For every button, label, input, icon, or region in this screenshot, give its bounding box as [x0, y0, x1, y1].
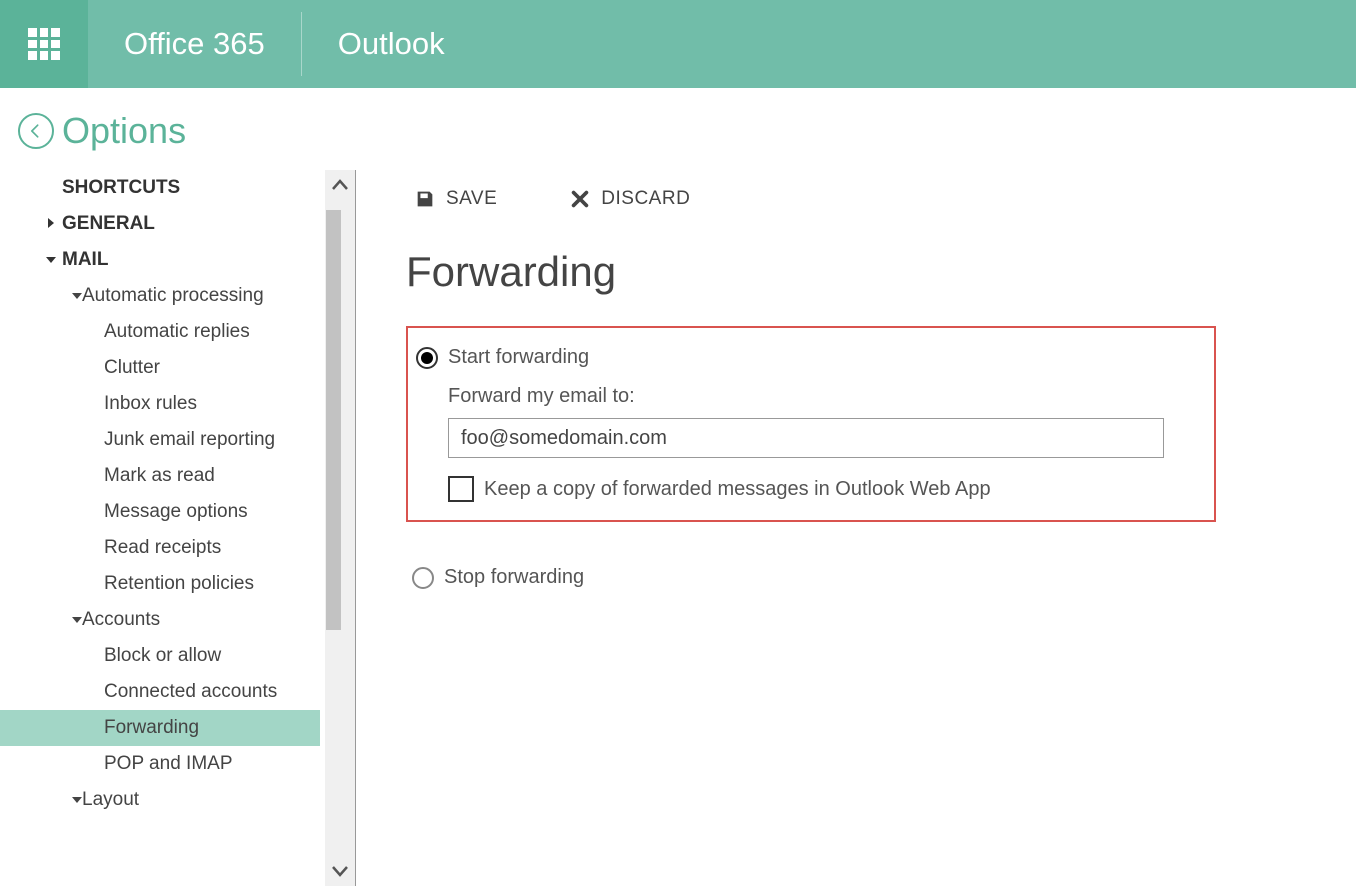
- forward-to-input[interactable]: [448, 418, 1164, 458]
- arrow-left-icon: [26, 121, 46, 141]
- discard-label: DISCARD: [601, 188, 690, 210]
- sidebar-automatic-processing[interactable]: Automatic processing: [0, 278, 320, 314]
- sidebar-automatic-replies[interactable]: Automatic replies: [0, 314, 320, 350]
- caret-right-icon: [48, 218, 54, 228]
- main-content: SAVE DISCARD Forwarding Start forwarding…: [355, 170, 1356, 886]
- sidebar-accounts[interactable]: Accounts: [0, 602, 320, 638]
- options-title: Options: [62, 110, 186, 152]
- sidebar-scrollbar[interactable]: [325, 170, 355, 886]
- scroll-down-icon[interactable]: [325, 856, 355, 886]
- sidebar-retention-policies[interactable]: Retention policies: [0, 566, 320, 602]
- sidebar-message-options[interactable]: Message options: [0, 494, 320, 530]
- app-header: Office 365 Outlook: [0, 0, 1356, 88]
- sidebar-wrap: SHORTCUTS GENERAL MAIL Automatic process…: [0, 170, 355, 886]
- sidebar-general[interactable]: GENERAL: [0, 206, 320, 242]
- options-bar: Options: [0, 88, 1356, 170]
- highlight-annotation: Start forwarding Forward my email to: Ke…: [406, 326, 1216, 522]
- keep-copy-checkbox[interactable]: Keep a copy of forwarded messages in Out…: [408, 458, 1214, 502]
- back-button[interactable]: [18, 113, 54, 149]
- scroll-up-icon[interactable]: [325, 170, 355, 200]
- sidebar-block-or-allow[interactable]: Block or allow: [0, 638, 320, 674]
- sidebar-layout[interactable]: Layout: [0, 782, 320, 818]
- sidebar-read-receipts[interactable]: Read receipts: [0, 530, 320, 566]
- keep-copy-label: Keep a copy of forwarded messages in Out…: [484, 478, 991, 501]
- stop-forwarding-radio[interactable]: Stop forwarding: [406, 560, 1356, 595]
- options-sidebar: SHORTCUTS GENERAL MAIL Automatic process…: [0, 170, 320, 886]
- app-launcher-button[interactable]: [0, 0, 88, 88]
- radio-unselected-icon: [412, 567, 434, 589]
- close-icon: [569, 188, 591, 210]
- start-forwarding-label: Start forwarding: [448, 346, 589, 369]
- sidebar-clutter[interactable]: Clutter: [0, 350, 320, 386]
- caret-down-icon: [46, 257, 56, 268]
- caret-down-icon: [72, 617, 82, 623]
- save-icon: [414, 188, 436, 210]
- sidebar-pop-and-imap[interactable]: POP and IMAP: [0, 746, 320, 782]
- suite-title[interactable]: Office 365: [88, 0, 301, 88]
- sidebar-mail[interactable]: MAIL: [0, 242, 320, 278]
- sidebar-accounts-label: Accounts: [82, 609, 160, 630]
- page-heading: Forwarding: [406, 248, 1356, 296]
- sidebar-junk-email-reporting[interactable]: Junk email reporting: [0, 422, 320, 458]
- stop-forwarding-label: Stop forwarding: [444, 566, 584, 589]
- sidebar-general-label: GENERAL: [62, 213, 155, 234]
- discard-button[interactable]: DISCARD: [569, 188, 690, 210]
- sidebar-shortcuts[interactable]: SHORTCUTS: [0, 170, 320, 206]
- sidebar-mail-label: MAIL: [62, 249, 108, 270]
- scroll-thumb[interactable]: [326, 210, 341, 630]
- caret-down-icon: [72, 293, 82, 299]
- sidebar-mark-as-read[interactable]: Mark as read: [0, 458, 320, 494]
- start-forwarding-radio[interactable]: Start forwarding: [408, 340, 1214, 375]
- forward-to-field-block: Forward my email to:: [408, 375, 1214, 458]
- content-layout: SHORTCUTS GENERAL MAIL Automatic process…: [0, 170, 1356, 886]
- radio-selected-icon: [416, 347, 438, 369]
- app-title[interactable]: Outlook: [302, 0, 481, 88]
- checkbox-unchecked-icon: [448, 476, 474, 502]
- waffle-icon: [28, 28, 60, 60]
- sidebar-inbox-rules[interactable]: Inbox rules: [0, 386, 320, 422]
- sidebar-layout-label: Layout: [82, 789, 139, 810]
- save-label: SAVE: [446, 188, 497, 210]
- sidebar-connected-accounts[interactable]: Connected accounts: [0, 674, 320, 710]
- save-button[interactable]: SAVE: [414, 188, 497, 210]
- action-toolbar: SAVE DISCARD: [406, 170, 1356, 224]
- caret-down-icon: [72, 797, 82, 803]
- forward-to-label: Forward my email to:: [448, 385, 1214, 408]
- sidebar-automatic-processing-label: Automatic processing: [82, 285, 264, 306]
- sidebar-forwarding[interactable]: Forwarding: [0, 710, 320, 746]
